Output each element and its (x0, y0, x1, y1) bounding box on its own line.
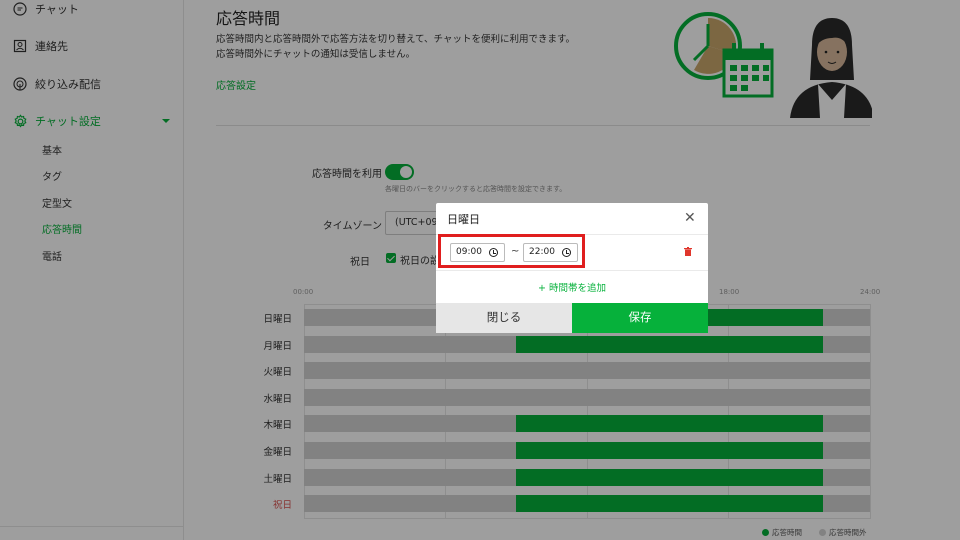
add-time-slot-button[interactable]: + 時間帯を追加 (436, 280, 708, 294)
close-button[interactable]: 閉じる (436, 303, 572, 333)
close-icon[interactable]: ✕ (684, 211, 696, 225)
time-range-dialog: 日曜日 ✕ 09:00 ~ 22:00 + 時間帯を追加 閉じる 保存 (436, 203, 708, 333)
dialog-title: 日曜日 (447, 213, 480, 226)
save-button[interactable]: 保存 (572, 303, 708, 333)
trash-icon[interactable] (684, 247, 692, 256)
highlight-box (438, 234, 585, 268)
dialog-divider (436, 270, 708, 271)
